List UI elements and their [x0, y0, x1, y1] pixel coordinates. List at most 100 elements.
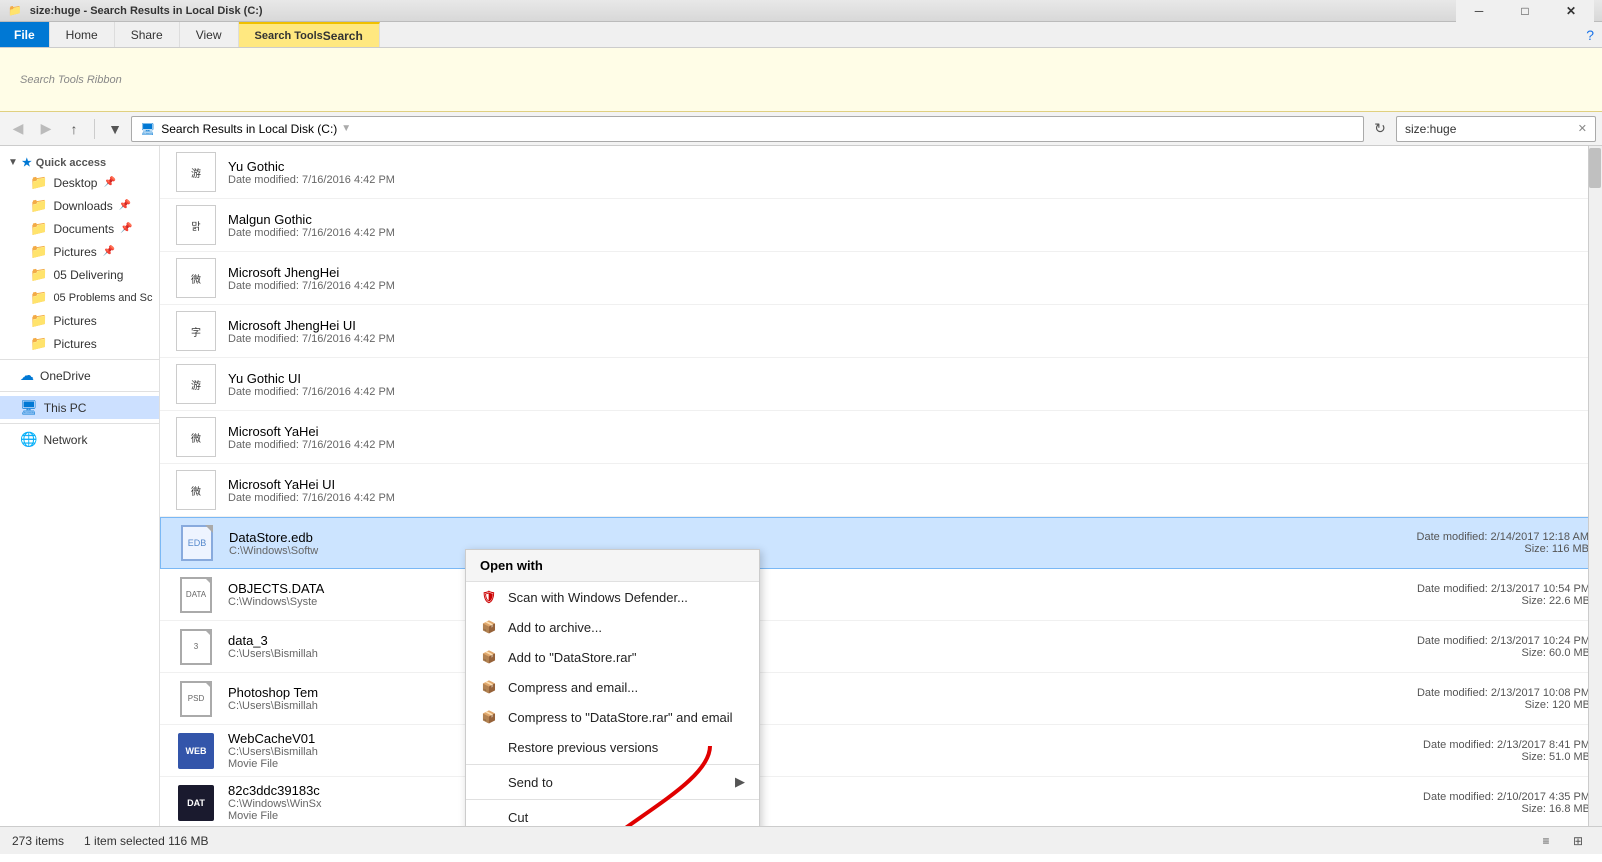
- item-count: 273 items: [12, 834, 64, 848]
- send-to-icon: [480, 773, 498, 791]
- sidebar-divider: [0, 359, 159, 360]
- folder-icon: 📁: [30, 335, 47, 352]
- ribbon-tab-bar: File Home Share View Search Tools Search…: [0, 22, 1602, 48]
- file-item-yu-gothic[interactable]: 游 Yu Gothic Date modified: 7/16/2016 4:4…: [160, 146, 1602, 199]
- sidebar-item-05-problems[interactable]: 📁 05 Problems and Sc: [0, 286, 159, 309]
- file-item-82c3[interactable]: DAT 82c3ddc39183c C:\Windows\WinSx Movie…: [160, 777, 1602, 826]
- file-meta: Date modified: 2/10/2017 4:35 PM Size: 1…: [1390, 791, 1590, 815]
- submenu-arrow: ▶: [735, 774, 745, 790]
- ctx-item-send-to[interactable]: Send to ▶: [466, 767, 759, 797]
- file-name: WebCacheV01: [228, 731, 1390, 746]
- forward-button[interactable]: ▶: [34, 117, 58, 141]
- refresh-button[interactable]: ↻: [1368, 117, 1392, 141]
- file-item-jheng-ui[interactable]: 字 Microsoft JhengHei UI Date modified: 7…: [160, 305, 1602, 358]
- file-icon: 3: [172, 629, 220, 665]
- up-button[interactable]: ↑: [62, 117, 86, 141]
- sidebar-item-downloads[interactable]: 📁 Downloads 📌: [0, 194, 159, 217]
- window-title: size:huge - Search Results in Local Disk…: [30, 5, 263, 17]
- file-meta: Date modified: 7/16/2016 4:42 PM: [228, 492, 1590, 504]
- file-icon: WEB: [172, 733, 220, 769]
- file-name: Yu Gothic: [228, 159, 1590, 174]
- ctx-item-add-archive[interactable]: 📦 Add to archive...: [466, 612, 759, 642]
- pin-icon: 📌: [103, 177, 115, 188]
- folder-icon: 📁: [30, 197, 47, 214]
- tab-home[interactable]: Home: [50, 22, 115, 47]
- scrollbar-thumb[interactable]: [1589, 148, 1601, 188]
- pin-icon: 📌: [119, 200, 131, 211]
- file-icon: 微: [172, 470, 220, 510]
- ctx-item-compress-email[interactable]: 📦 Compress and email...: [466, 672, 759, 702]
- file-item-data3[interactable]: 3 data_3 C:\Users\Bismillah Date modifie…: [160, 621, 1602, 673]
- tab-view[interactable]: View: [180, 22, 239, 47]
- file-item-jheng[interactable]: 微 Microsoft JhengHei Date modified: 7/16…: [160, 252, 1602, 305]
- ctx-separator2: [466, 799, 759, 800]
- folder-icon: 📁: [30, 312, 47, 329]
- search-box[interactable]: size:huge ✕: [1396, 116, 1596, 142]
- restore-icon: [480, 738, 498, 756]
- file-icon: EDB: [173, 525, 221, 561]
- ctx-item-cut[interactable]: Cut: [466, 802, 759, 826]
- tab-share[interactable]: Share: [115, 22, 180, 47]
- sidebar-item-documents[interactable]: 📁 Documents 📌: [0, 217, 159, 240]
- file-meta: Date modified: 7/16/2016 4:42 PM: [228, 386, 1590, 398]
- folder-icon: 📁: [30, 289, 47, 306]
- sidebar-item-05-delivering[interactable]: 📁 05 Delivering: [0, 263, 159, 286]
- file-name: Microsoft JhengHei UI: [228, 318, 1590, 333]
- back-button[interactable]: ◀: [6, 117, 30, 141]
- recent-button[interactable]: ▼: [103, 117, 127, 141]
- navigation-bar: ◀ ▶ ↑ ▼ 🖥 Search Results in Local Disk (…: [0, 112, 1602, 146]
- file-meta: Date modified: 7/16/2016 4:42 PM: [228, 333, 1590, 345]
- sidebar-item-pictures3[interactable]: 📁 Pictures: [0, 332, 159, 355]
- help-icon[interactable]: ?: [1586, 27, 1594, 43]
- file-icon: 游: [172, 364, 220, 404]
- file-icon: PSD: [172, 681, 220, 717]
- file-meta: Date modified: 2/13/2017 10:24 PM Size: …: [1390, 635, 1590, 659]
- vertical-scrollbar[interactable]: [1588, 146, 1602, 826]
- ctx-item-scan[interactable]: 🛡 Scan with Windows Defender...: [466, 582, 759, 612]
- search-clear-button[interactable]: ✕: [1578, 122, 1587, 135]
- sidebar-item-desktop[interactable]: 📁 Desktop 📌: [0, 171, 159, 194]
- ctx-item-restore[interactable]: Restore previous versions: [466, 732, 759, 762]
- sidebar-item-pictures2[interactable]: 📁 Pictures: [0, 309, 159, 332]
- tab-search[interactable]: Search Tools Search: [239, 22, 380, 47]
- cut-icon: [480, 808, 498, 826]
- sidebar-item-this-pc[interactable]: 🖥 This PC: [0, 396, 159, 419]
- ctx-item-add-rar[interactable]: 📦 Add to "DataStore.rar": [466, 642, 759, 672]
- onedrive-icon: ☁: [20, 367, 34, 384]
- ctx-item-compress-rar-email[interactable]: 📦 Compress to "DataStore.rar" and email: [466, 702, 759, 732]
- breadcrumb-icon: 🖥: [140, 122, 155, 136]
- maximize-button[interactable]: □: [1502, 0, 1548, 26]
- sidebar: ▼ ★ Quick access 📁 Desktop 📌 📁 Downloads…: [0, 146, 160, 826]
- large-icons-view-button[interactable]: ⊞: [1566, 830, 1590, 852]
- this-pc-icon: 🖥: [20, 399, 38, 416]
- tab-file[interactable]: File: [0, 22, 50, 47]
- file-item-datastore[interactable]: EDB DataStore.edb C:\Windows\Softw Date …: [160, 517, 1602, 569]
- address-bar[interactable]: 🖥 Search Results in Local Disk (C:) ▼: [131, 116, 1364, 142]
- ribbon: Search Tools Ribbon: [0, 48, 1602, 112]
- file-path: C:\Users\Bismillah: [228, 648, 1390, 660]
- sidebar-quick-access[interactable]: ▼ ★ Quick access: [0, 150, 159, 171]
- file-item-yahei[interactable]: 微 Microsoft YaHei Date modified: 7/16/20…: [160, 411, 1602, 464]
- wd-icon: 🛡: [480, 588, 498, 606]
- file-item-malgun[interactable]: 맑 Malgun Gothic Date modified: 7/16/2016…: [160, 199, 1602, 252]
- minimize-button[interactable]: ─: [1456, 0, 1502, 26]
- sidebar-divider3: [0, 423, 159, 424]
- file-meta: Date modified: 2/13/2017 10:08 PM Size: …: [1390, 687, 1590, 711]
- file-item-webcache[interactable]: WEB WebCacheV01 C:\Users\Bismillah Movie…: [160, 725, 1602, 777]
- view-controls: ≡ ⊞: [1534, 830, 1590, 852]
- file-item-yahei-ui[interactable]: 微 Microsoft YaHei UI Date modified: 7/16…: [160, 464, 1602, 517]
- file-item-objects[interactable]: DATA OBJECTS.DATA C:\Windows\Syste Date …: [160, 569, 1602, 621]
- sidebar-item-network[interactable]: 🌐 Network: [0, 428, 159, 451]
- sidebar-item-onedrive[interactable]: ☁ OneDrive: [0, 364, 159, 387]
- ctx-separator1: [466, 764, 759, 765]
- folder-icon: 📁: [30, 243, 47, 260]
- ra-icon3: 📦: [480, 678, 498, 696]
- file-icon: DATA: [172, 577, 220, 613]
- context-menu-header: Open with: [466, 550, 759, 582]
- file-extra: Movie File: [228, 810, 1390, 822]
- file-item-photoshop[interactable]: PSD Photoshop Tem C:\Users\Bismillah Dat…: [160, 673, 1602, 725]
- address-text: Search Results in Local Disk (C:): [161, 122, 337, 136]
- file-item-yugothic-ui[interactable]: 游 Yu Gothic UI Date modified: 7/16/2016 …: [160, 358, 1602, 411]
- details-view-button[interactable]: ≡: [1534, 830, 1558, 852]
- sidebar-item-pictures[interactable]: 📁 Pictures 📌: [0, 240, 159, 263]
